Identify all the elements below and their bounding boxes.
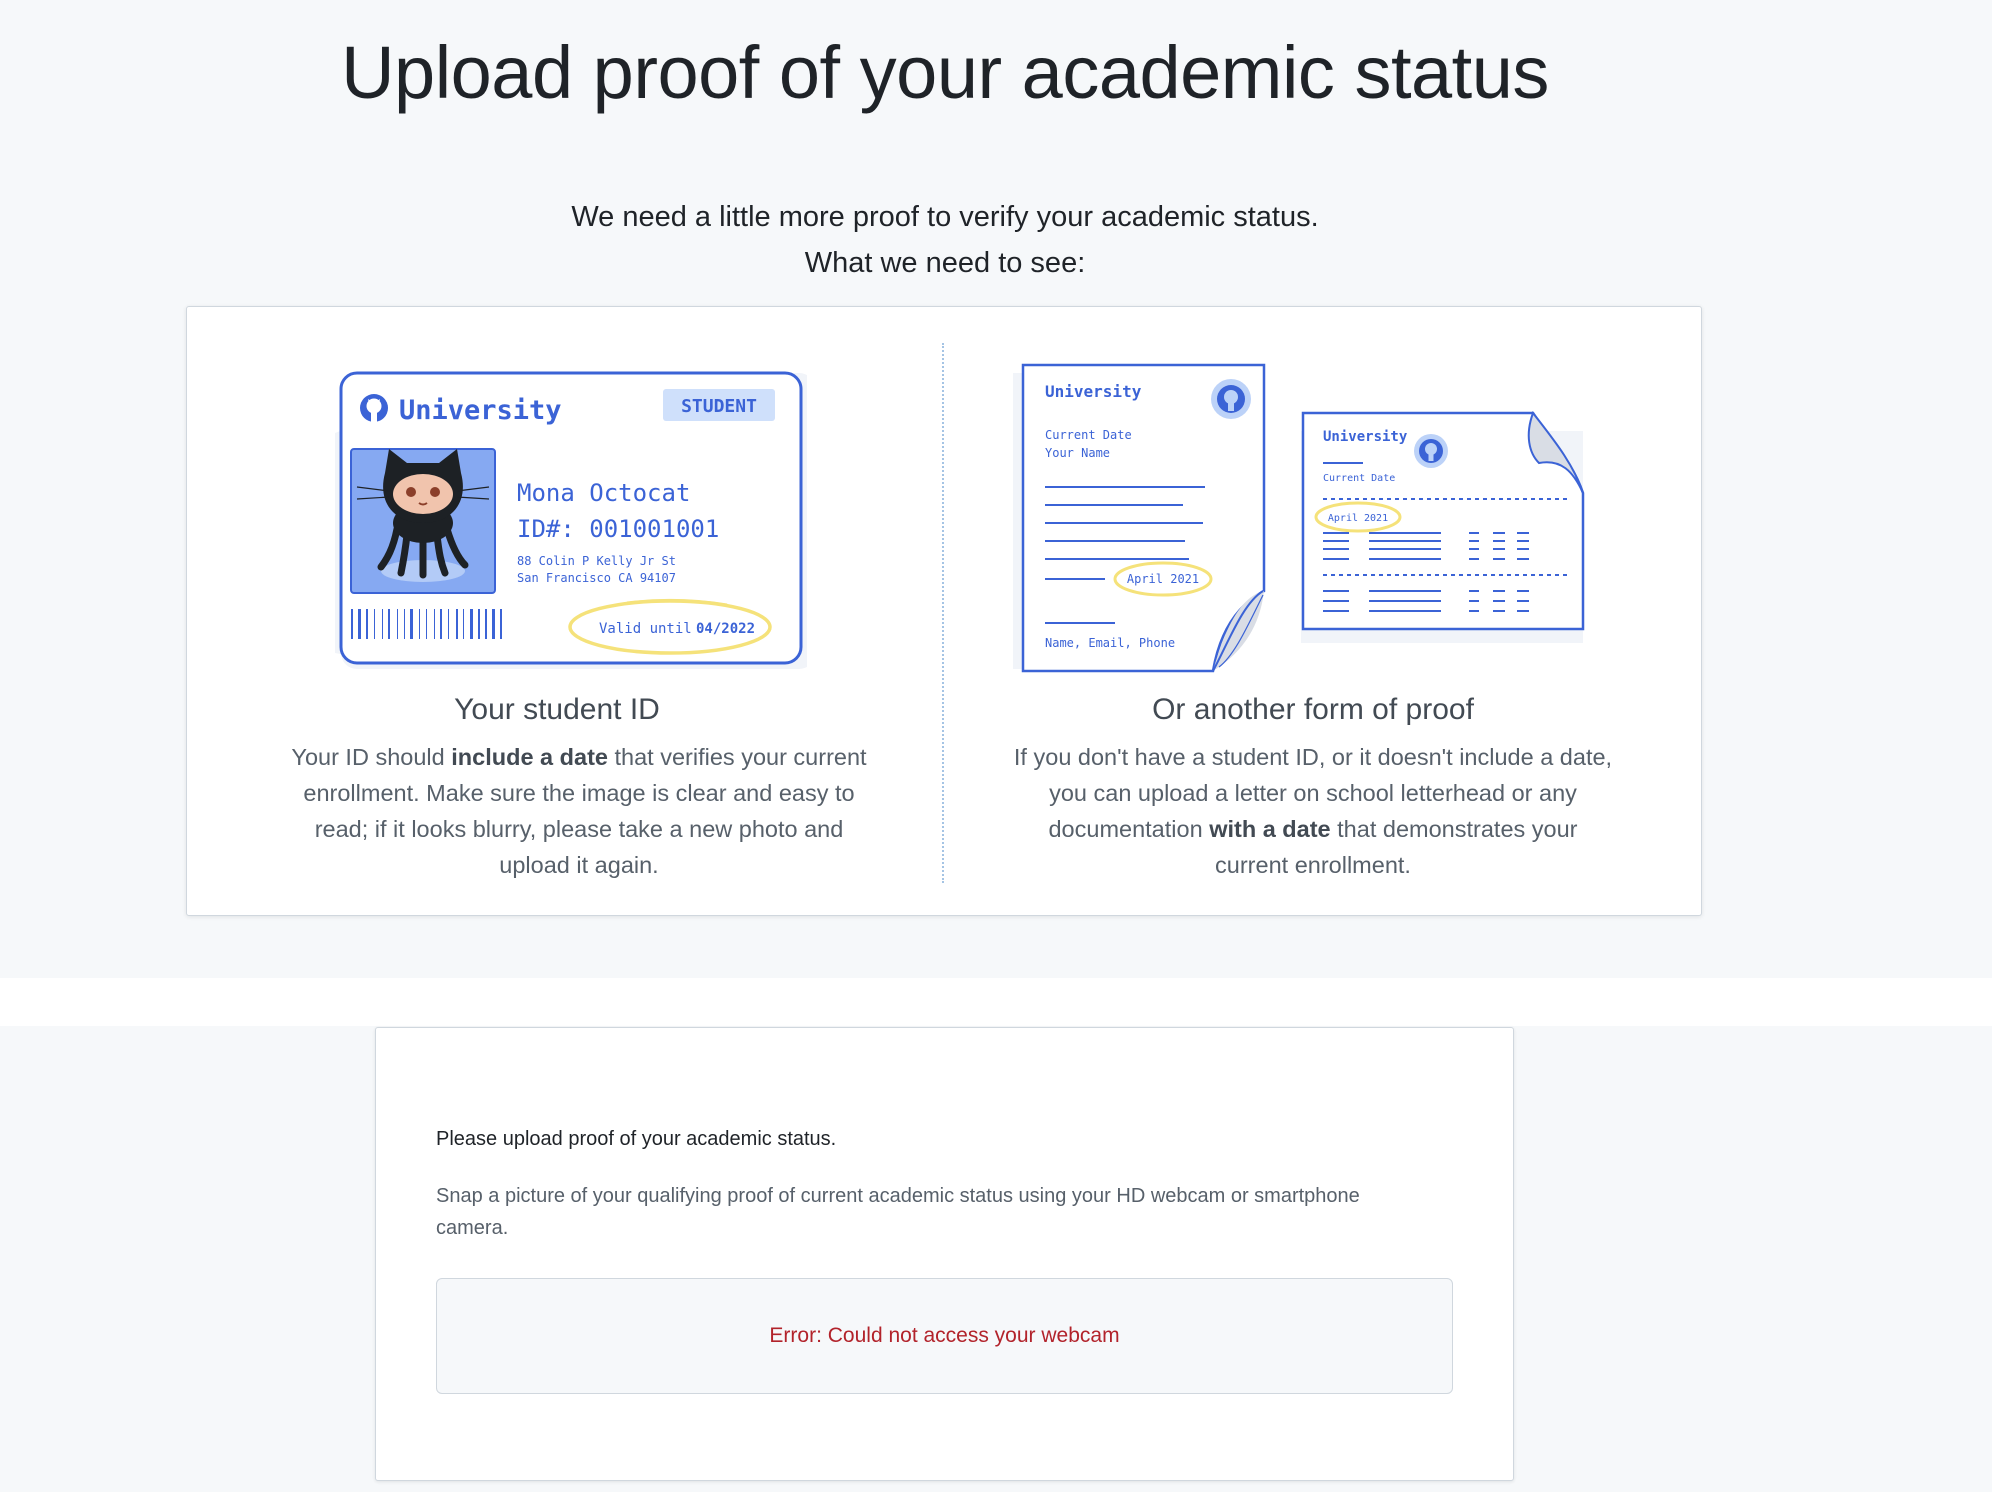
student-id-illustration: University STUDENT Mona Octocat ID#: 001…	[335, 371, 807, 669]
other-proof-title: Or another form of proof	[1152, 693, 1474, 726]
student-badge-text: STUDENT	[681, 396, 757, 417]
seal-icon	[1211, 379, 1251, 419]
doc1-date-text: April 2021	[1127, 572, 1199, 586]
letterhead-illustration: University Current Date Your Name April …	[1013, 363, 1585, 673]
doc2-university-text: University	[1323, 429, 1408, 445]
octocat-photo	[350, 448, 496, 594]
card-id-number-text: ID#: 001001001	[517, 515, 719, 543]
webcam-preview-area[interactable]: Error: Could not access your webcam	[436, 1278, 1453, 1394]
doc2-date-text: April 2021	[1328, 513, 1388, 524]
github-mark-icon	[360, 394, 388, 422]
include-a-date-emphasis: include a date	[451, 744, 608, 770]
proof-requirements-card: University STUDENT Mona Octocat ID#: 001…	[186, 306, 1702, 916]
seal-icon	[1414, 434, 1448, 468]
other-proof-description: If you don't have a student ID, or it do…	[1013, 744, 1613, 878]
doc1-current-date-text: Current Date	[1045, 428, 1132, 442]
doc1-footer-text: Name, Email, Phone	[1045, 636, 1175, 650]
doc2-current-date-text: Current Date	[1323, 473, 1395, 484]
with-a-date-emphasis: with a date	[1209, 816, 1331, 842]
column-divider	[942, 343, 944, 883]
card-address-line-2: San Francisco CA 94107	[517, 571, 676, 585]
intro-text: We need a little more proof to verify yo…	[0, 194, 1890, 286]
valid-until-date: 04/2022	[696, 621, 755, 637]
intro-line-1: We need a little more proof to verify yo…	[571, 201, 1319, 233]
card-name-text: Mona Octocat	[517, 479, 690, 507]
upload-description: Snap a picture of your qualifying proof …	[436, 1185, 1360, 1239]
student-id-title: Your student ID	[454, 693, 660, 726]
valid-until-label: Valid until	[599, 621, 692, 637]
intro-line-2: What we need to see:	[804, 247, 1086, 279]
card-university-text: University	[399, 395, 562, 426]
doc1-university-text: University	[1045, 382, 1142, 401]
webcam-error-message: Error: Could not access your webcam	[769, 1324, 1120, 1347]
student-id-description: Your ID should include a date that verif…	[291, 744, 867, 878]
upload-card: Please upload proof of your academic sta…	[375, 1027, 1514, 1481]
doc1-your-name-text: Your Name	[1045, 446, 1110, 460]
page-title: Upload proof of your academic status	[341, 31, 1549, 114]
card-address-line-1: 88 Colin P Kelly Jr St	[517, 554, 676, 568]
upload-heading: Please upload proof of your academic sta…	[436, 1128, 837, 1150]
